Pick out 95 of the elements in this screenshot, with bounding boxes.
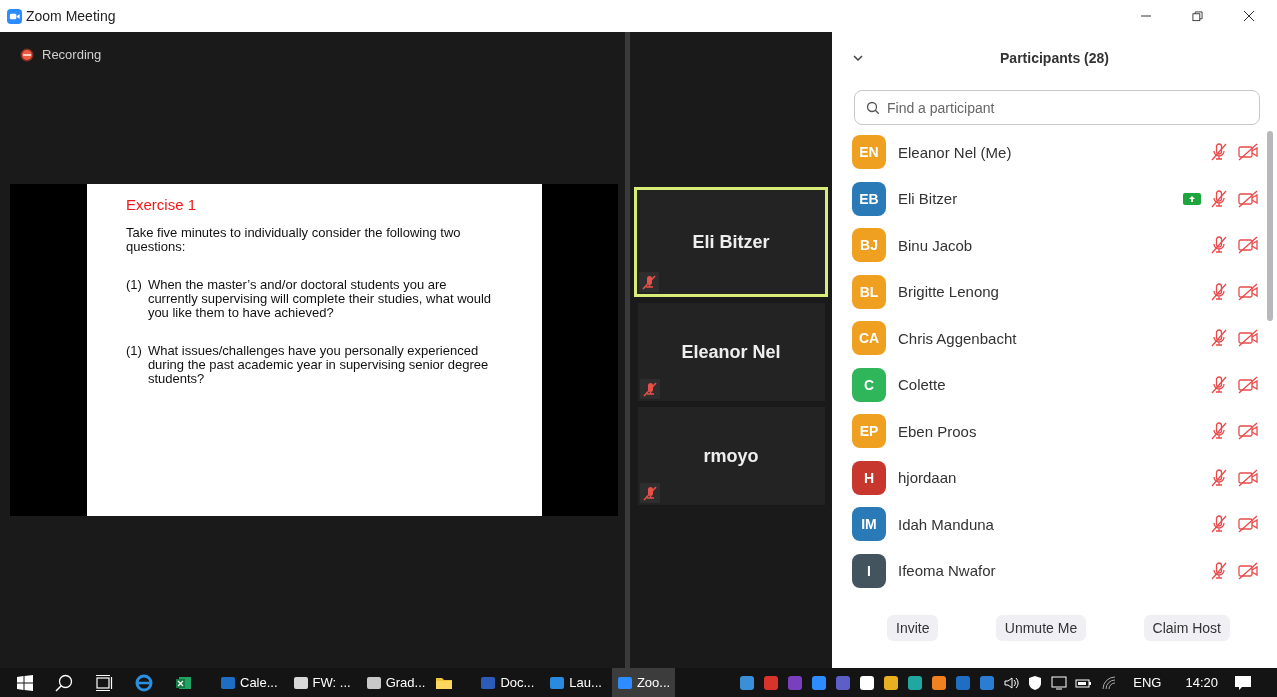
participant-name: Eleanor Nel (Me) [898,143,1012,161]
muted-mic-icon[interactable] [1209,188,1229,209]
participant-row[interactable]: I Ifeoma Nwafor [852,547,1267,594]
video-tile[interactable]: Eleanor Nel [637,303,825,401]
volume-icon[interactable] [1003,674,1020,691]
video-tile[interactable]: Eli Bitzer [634,187,828,297]
language-indicator[interactable]: ENG [1133,675,1162,690]
taskbar-app[interactable]: Zoo... [611,668,676,697]
muted-mic-icon[interactable] [1209,281,1229,302]
avatar: CA [852,321,886,356]
avatar: H [852,460,886,495]
video-off-icon[interactable] [1237,560,1259,581]
restore-icon[interactable] [1192,10,1203,22]
video-off-icon[interactable] [1237,235,1259,256]
muted-mic-icon[interactable] [1209,235,1229,256]
tray-app-icon[interactable] [883,674,900,691]
taskbar-app[interactable]: FW: ... [287,668,356,697]
participant-name: Brigitte Lenong [898,283,999,301]
participant-name: Ifeoma Nwafor [898,562,996,580]
search-field[interactable]: Find a participant [854,90,1260,125]
participant-name: Idah Manduna [898,515,994,533]
question-number: (1) [126,278,142,294]
panel-title: Participants (28) [1000,50,1109,66]
window-title: Zoom Meeting [26,8,116,24]
muted-mic-icon[interactable] [1209,421,1229,442]
participant-name: hjordaan [898,469,957,487]
zoom-logo-icon [7,8,22,24]
monitor-icon[interactable] [1051,674,1068,691]
collapse-chevron-icon[interactable] [853,55,863,61]
avatar: C [852,367,886,402]
participant-row[interactable]: BL Brigitte Lenong [852,268,1267,315]
participant-name: Colette [898,376,946,394]
slide-title: Exercise 1 [126,198,198,212]
muted-mic-icon[interactable] [1209,374,1229,395]
panel-button[interactable]: Invite [887,615,939,641]
muted-mic-icon[interactable] [1209,514,1229,535]
slide-text: Take five minutes to individually consider the following two questions: [126,226,462,254]
participant-name: Binu Jacob [898,236,973,254]
participant-row[interactable]: H hjordaan [852,454,1267,501]
participant-row[interactable]: EP Eben Proos [852,408,1267,455]
video-off-icon[interactable] [1237,281,1259,302]
avatar: BL [852,274,886,309]
windows-start-icon[interactable] [17,674,33,691]
muted-mic-icon[interactable] [1209,560,1229,581]
recording-dot-icon [20,47,34,62]
avatar: I [852,553,886,588]
muted-mic-icon[interactable] [1209,142,1229,163]
muted-mic-icon[interactable] [1209,328,1229,349]
avatar: EP [852,414,886,449]
participant-row[interactable]: C Colette [852,361,1267,408]
video-off-icon[interactable] [1237,421,1259,442]
shield-icon[interactable] [1027,674,1044,691]
browser-e-icon[interactable] [135,673,153,692]
question-number: (1) [126,344,142,360]
tray-app-icon[interactable] [931,674,948,691]
avatar: EB [852,181,886,216]
video-off-icon[interactable] [1237,467,1259,488]
participant-row[interactable]: EB Eli Bitzer [852,175,1267,222]
video-off-icon[interactable] [1237,188,1259,209]
taskbar-app[interactable]: Lau... [544,668,607,697]
avatar: BJ [852,228,886,263]
question-text: What issues/challenges have you personally experienced during the past academic year in supervising senior degree students? [147,344,490,386]
video-off-icon[interactable] [1237,142,1259,163]
avatar: EN [852,135,886,170]
taskbar-app[interactable]: Doc... [475,668,540,697]
video-off-icon[interactable] [1237,328,1259,349]
panel-button[interactable]: Claim Host [1143,615,1230,641]
avatar: IM [852,507,886,542]
question-text: When the master’s and/or doctoral students you are currently supervising will complete their studies, what would you like them to have achieved? [147,278,493,320]
task-view-icon[interactable] [95,673,113,692]
participant-name: Chris Aggenbacht [898,329,1017,347]
participant-row[interactable]: EN Eleanor Nel (Me) [852,129,1267,176]
search-icon[interactable] [55,673,73,692]
participant-name: Eli Bitzer [898,190,958,208]
panel-button[interactable]: Unmute Me [995,615,1087,641]
taskbar-app[interactable]: Cale... [215,668,283,697]
notification-icon[interactable] [1234,674,1252,691]
participant-name: rmoyo [703,445,759,467]
tray-app-icon[interactable] [859,674,876,691]
clock[interactable]: 14:20 [1185,675,1218,690]
muted-mic-icon[interactable] [1209,467,1229,488]
tray-app-icon[interactable] [907,674,924,691]
taskbar-app[interactable]: Grad... [360,668,431,697]
participant-row[interactable]: CA Chris Aggenbacht [852,315,1267,362]
participant-row[interactable]: IM Idah Manduna [852,501,1267,548]
recording-label: Recording [42,47,102,62]
participant-name: Eben Proos [898,422,977,440]
video-off-icon[interactable] [1237,374,1259,395]
wifi-icon[interactable] [1101,674,1118,691]
participant-row[interactable]: BJ Binu Jacob [852,222,1267,269]
video-tile[interactable]: rmoyo [637,407,825,505]
participant-name: Eleanor Nel [681,341,781,363]
close-icon[interactable] [1243,10,1255,22]
participant-name: Eli Bitzer [692,231,770,253]
video-off-icon[interactable] [1237,514,1259,535]
